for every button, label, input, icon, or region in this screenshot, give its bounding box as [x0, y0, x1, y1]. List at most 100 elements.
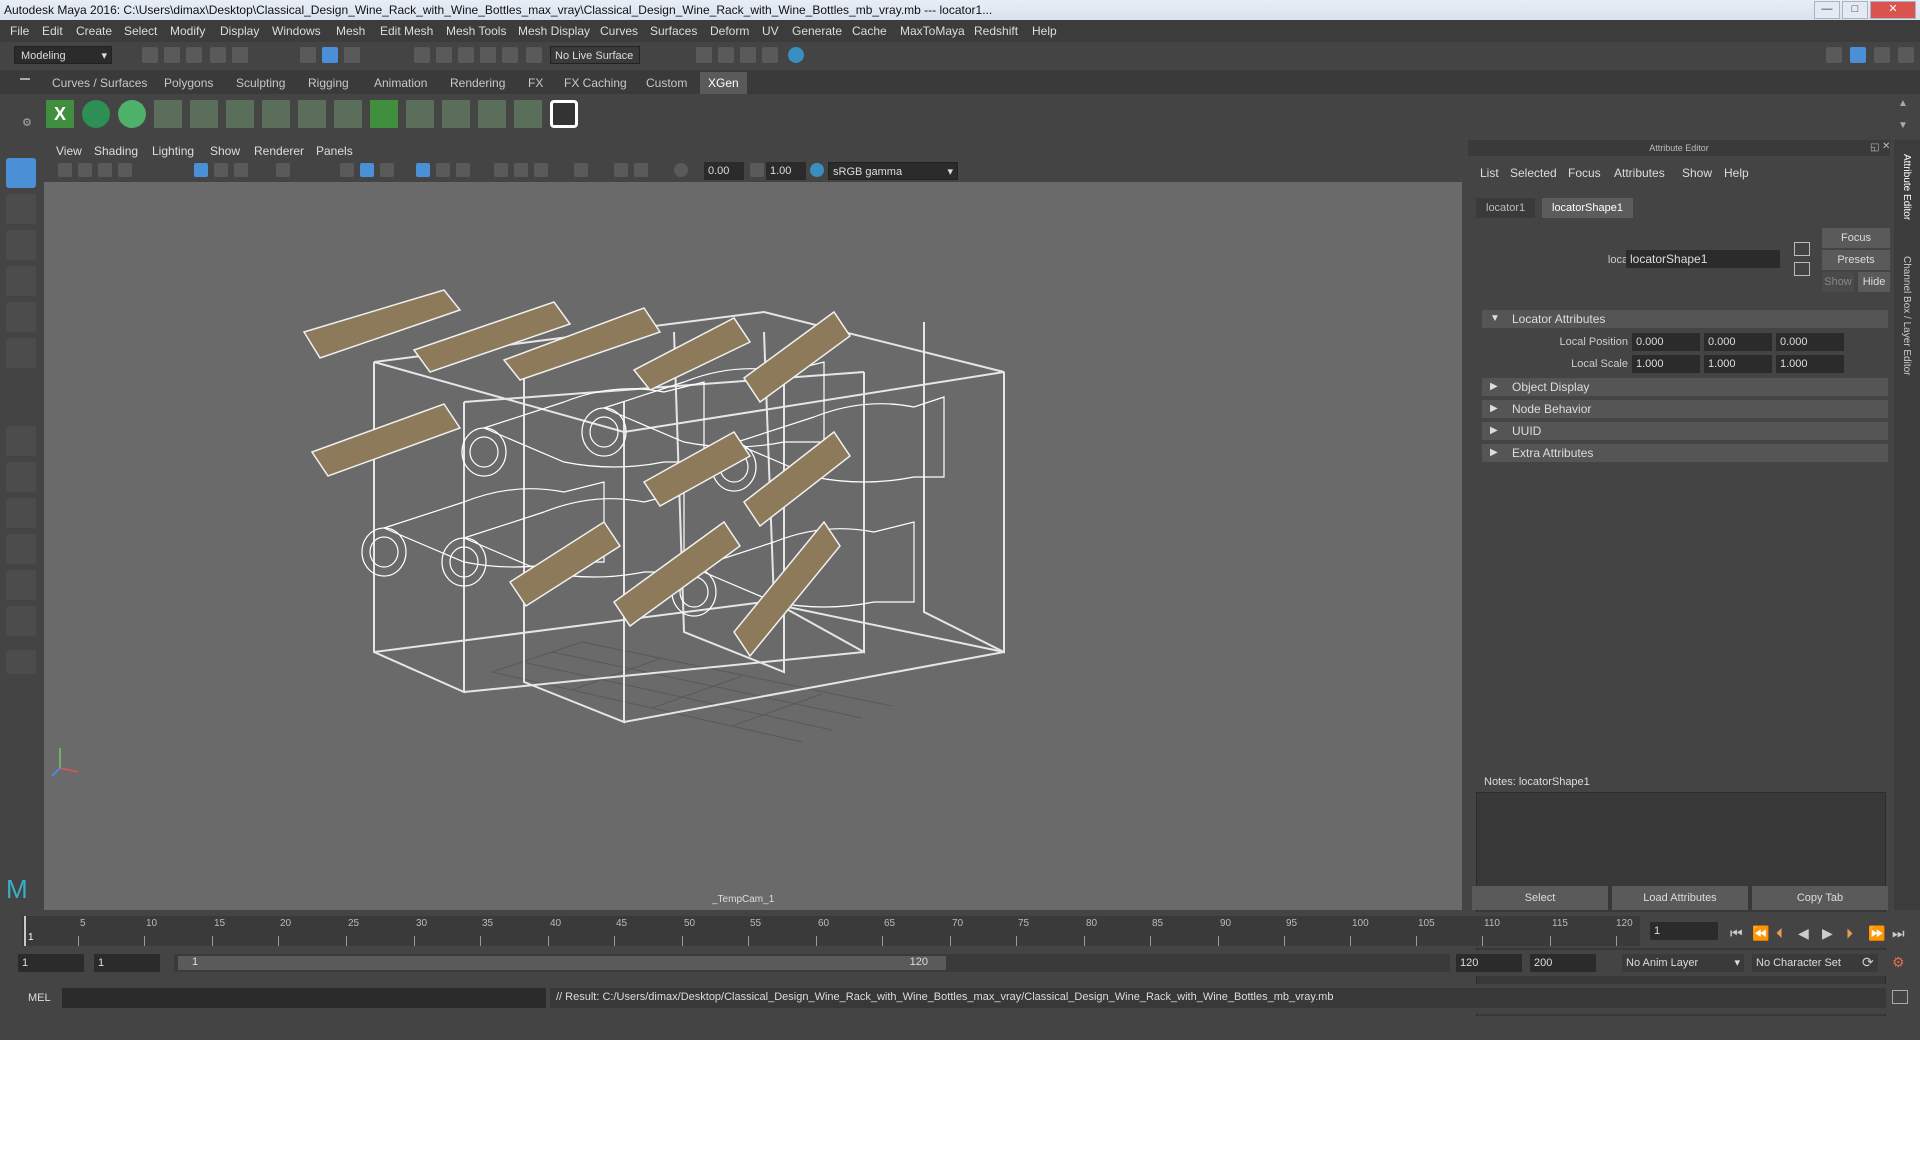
menu-windows[interactable]: Windows	[272, 24, 321, 38]
step-forward-key-icon[interactable]: ⏵	[1846, 925, 1853, 942]
exposure-field[interactable]: 0.00	[704, 162, 744, 180]
ae-menu-attributes[interactable]: Attributes	[1614, 166, 1665, 180]
xgen-description-icon[interactable]	[82, 100, 110, 128]
xgen-add-guide-icon[interactable]	[190, 100, 218, 128]
load-attributes-button[interactable]: Load Attributes	[1612, 886, 1748, 910]
xgen-cut-icon[interactable]	[514, 100, 542, 128]
wireframe-icon[interactable]	[340, 163, 354, 177]
script-language-label[interactable]: MEL	[28, 992, 51, 1004]
copy-tab-button[interactable]: Copy Tab	[1752, 886, 1888, 910]
select-button[interactable]: Select	[1472, 886, 1608, 910]
motion-blur-icon[interactable]	[534, 163, 548, 177]
layout-icon[interactable]	[1826, 47, 1842, 63]
animation-end-field[interactable]: 200	[1530, 954, 1596, 972]
close-icon[interactable]: ✕	[1882, 141, 1890, 152]
section-node-behavior[interactable]: ▶ Node Behavior	[1482, 400, 1888, 418]
select-component-icon[interactable]	[344, 47, 360, 63]
live-surface-icon[interactable]	[526, 47, 542, 63]
xgen-preview-icon[interactable]	[550, 100, 578, 128]
open-scene-icon[interactable]	[164, 47, 180, 63]
go-to-start-icon[interactable]: ⏮	[1730, 925, 1743, 942]
scene-view[interactable]: _TempCam_1	[44, 182, 1462, 910]
menu-cache[interactable]: Cache	[852, 24, 887, 38]
snap-point-icon[interactable]	[458, 47, 474, 63]
menu-edit[interactable]: Edit	[42, 24, 63, 38]
vp-menu-renderer[interactable]: Renderer	[254, 144, 304, 158]
side-tab-channel-box[interactable]: Channel Box / Layer Editor	[1901, 256, 1912, 376]
xgen-primitive-icon[interactable]	[118, 100, 146, 128]
tab-locatorshape1[interactable]: locatorShape1	[1542, 198, 1633, 218]
section-uuid[interactable]: ▶ UUID	[1482, 422, 1888, 440]
menu-mesh[interactable]: Mesh	[336, 24, 365, 38]
ae-menu-selected[interactable]: Selected	[1510, 166, 1557, 180]
shelf-tab-curves-surfaces[interactable]: Curves / Surfaces	[52, 76, 147, 90]
close-button[interactable]: ✕	[1870, 1, 1916, 19]
channel-box-toggle-icon[interactable]	[1898, 47, 1914, 63]
xray-joints-icon[interactable]	[614, 163, 628, 177]
menu-surfaces[interactable]: Surfaces	[650, 24, 697, 38]
render-view-icon[interactable]	[762, 47, 778, 63]
outliner-layout-icon[interactable]	[6, 606, 36, 636]
range-slider-track[interactable]: 1 120	[174, 954, 1450, 972]
playback-end-field[interactable]: 120	[1456, 954, 1522, 972]
ipr-render-icon[interactable]	[740, 47, 756, 63]
xgen-sculpt-guide-icon[interactable]	[226, 100, 254, 128]
current-time-indicator[interactable]	[24, 916, 26, 946]
textured-icon[interactable]	[436, 163, 450, 177]
current-frame-field[interactable]: 1	[1650, 922, 1718, 940]
presets-button[interactable]: Presets	[1822, 250, 1890, 270]
vp-menu-panels[interactable]: Panels	[316, 144, 353, 158]
live-surface-field[interactable]: No Live Surface	[550, 46, 640, 64]
smooth-shade-icon[interactable]	[360, 163, 374, 177]
hide-button[interactable]: Hide	[1858, 272, 1890, 292]
snap-surface-icon[interactable]	[502, 47, 518, 63]
menu-edit-mesh[interactable]: Edit Mesh	[380, 24, 433, 38]
snap-curve-icon[interactable]	[436, 47, 452, 63]
render-frame-icon[interactable]	[718, 47, 734, 63]
shadows-icon[interactable]	[494, 163, 508, 177]
maximize-button[interactable]: □	[1842, 1, 1868, 19]
section-extra-attributes[interactable]: ▶ Extra Attributes	[1482, 444, 1888, 462]
step-forward-frame-icon[interactable]: ⏩	[1868, 925, 1885, 942]
command-input[interactable]	[62, 988, 546, 1008]
wireframe-on-shaded-icon[interactable]	[380, 163, 394, 177]
playback-start-field[interactable]: 1	[94, 954, 160, 972]
snap-grid-icon[interactable]	[414, 47, 430, 63]
local-scale-x[interactable]: 1.000	[1632, 355, 1700, 373]
camera-select-icon[interactable]	[58, 163, 72, 177]
mode-dropdown[interactable]: Modeling ▾	[14, 46, 112, 64]
focus-button[interactable]: Focus	[1822, 228, 1890, 248]
ae-menu-list[interactable]: List	[1480, 166, 1499, 180]
xgen-editor-icon[interactable]: X	[46, 100, 74, 128]
single-perspective-layout-icon[interactable]	[6, 426, 36, 456]
xgen-groom-icon[interactable]	[442, 100, 470, 128]
tool-settings-toggle-icon[interactable]	[1874, 47, 1890, 63]
menu-generate[interactable]: Generate	[792, 24, 842, 38]
xgen-guide-length-icon[interactable]	[262, 100, 290, 128]
time-slider[interactable]: 1 5 10 15 20 25 30 35 40 45 50 55 60 65 …	[0, 912, 1920, 948]
character-set-dropdown[interactable]: No Character Set	[1752, 954, 1878, 972]
menu-maxtomaya[interactable]: MaxToMaya	[900, 24, 965, 38]
side-tab-attribute-editor[interactable]: Attribute Editor	[1901, 154, 1912, 220]
go-to-output-icon[interactable]	[1794, 262, 1810, 276]
auto-key-icon[interactable]: ⟳	[1862, 954, 1874, 971]
menu-uv[interactable]: UV	[762, 24, 779, 38]
custom-layout-icon[interactable]	[6, 650, 36, 674]
menu-curves[interactable]: Curves	[600, 24, 638, 38]
ambient-occlusion-icon[interactable]	[514, 163, 528, 177]
shelf-tab-animation[interactable]: Animation	[374, 76, 427, 90]
range-slider-handle[interactable]: 1 120	[178, 956, 946, 970]
exposure-icon[interactable]	[674, 163, 688, 177]
ae-menu-help[interactable]: Help	[1724, 166, 1749, 180]
menu-mesh-display[interactable]: Mesh Display	[518, 24, 590, 38]
menu-display[interactable]: Display	[220, 24, 259, 38]
ae-menu-focus[interactable]: Focus	[1568, 166, 1601, 180]
menu-select[interactable]: Select	[124, 24, 157, 38]
float-panel-icon[interactable]: ◱	[1870, 142, 1879, 153]
go-to-end-icon[interactable]: ⏭	[1892, 925, 1905, 942]
tab-locator1[interactable]: locator1	[1476, 198, 1536, 218]
xgen-comb-icon[interactable]	[478, 100, 506, 128]
four-view-layout-icon[interactable]	[6, 462, 36, 492]
vp-menu-lighting[interactable]: Lighting	[152, 144, 194, 158]
shelf-tab-fx[interactable]: FX	[528, 76, 543, 90]
